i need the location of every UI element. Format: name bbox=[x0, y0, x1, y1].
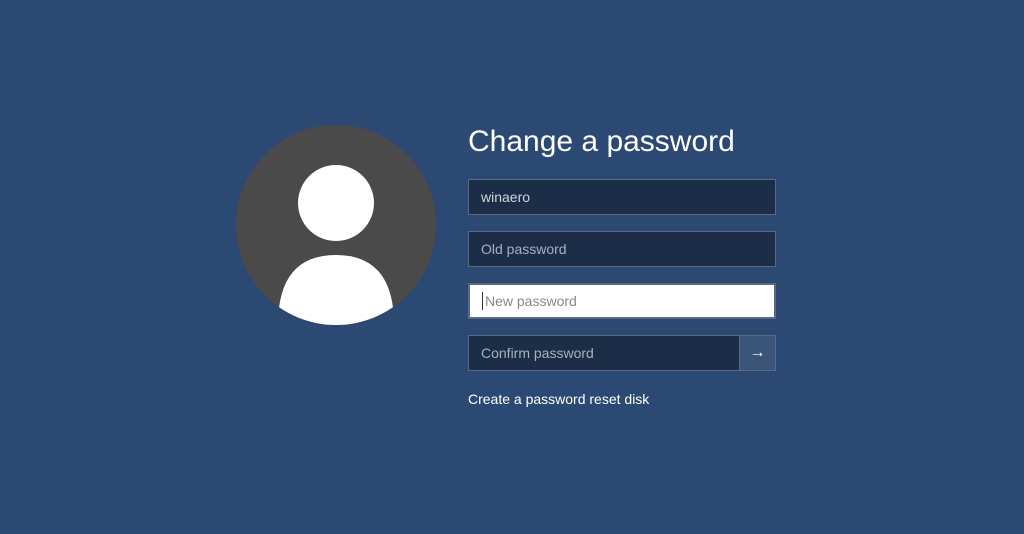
old-password-input[interactable] bbox=[481, 241, 763, 257]
username-field[interactable]: winaero bbox=[468, 179, 776, 215]
username-value: winaero bbox=[481, 189, 530, 205]
confirm-password-field[interactable] bbox=[468, 335, 740, 371]
page-title: Change a password bbox=[468, 125, 788, 159]
new-password-input[interactable] bbox=[485, 293, 762, 309]
reset-disk-link[interactable]: Create a password reset disk bbox=[468, 391, 788, 407]
old-password-field[interactable] bbox=[468, 231, 776, 267]
confirm-password-row: → bbox=[468, 335, 776, 371]
new-password-field[interactable] bbox=[468, 283, 776, 319]
confirm-password-input[interactable] bbox=[481, 345, 727, 361]
submit-button[interactable]: → bbox=[740, 335, 776, 371]
form-fields: Change a password winaero → Create a pas… bbox=[468, 125, 788, 407]
arrow-right-icon: → bbox=[750, 344, 766, 362]
user-icon bbox=[236, 125, 436, 325]
text-caret bbox=[482, 292, 483, 310]
change-password-form: Change a password winaero → Create a pas… bbox=[236, 125, 788, 407]
user-avatar bbox=[236, 125, 436, 325]
